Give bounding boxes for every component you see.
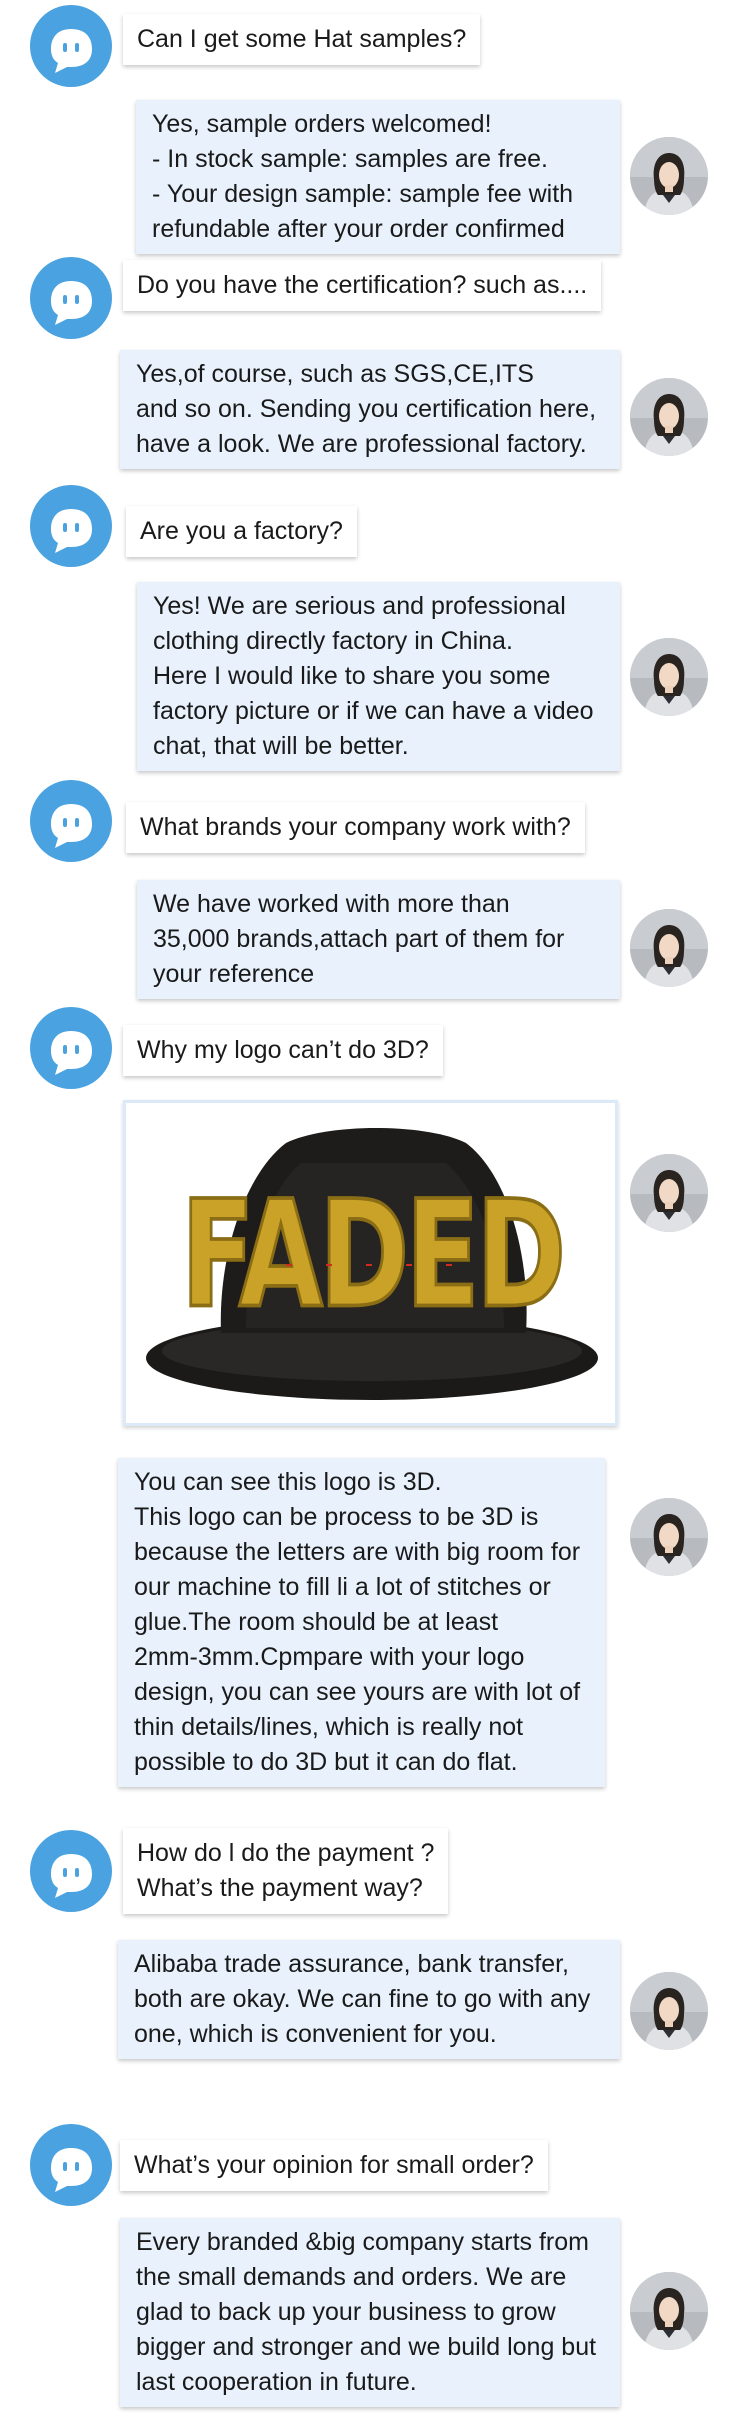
supplier-reply: Yes, sample orders welcomed! - In stock … (136, 100, 620, 254)
message-line: Are you a factory? (140, 517, 343, 545)
customer-message: Are you a factory? (126, 506, 357, 557)
supplier-avatar-icon (630, 1154, 708, 1232)
message-line: - In stock sample: samples are free. (152, 145, 548, 173)
message-line: because the letters are with big room fo… (134, 1538, 581, 1566)
customer-avatar-icon (30, 1007, 112, 1089)
customer-message: Can I get some Hat samples? (123, 14, 481, 65)
message-line: We have worked with more than (153, 890, 510, 918)
supplier-avatar-icon (630, 638, 708, 716)
message-line: Yes! We are serious and professional (153, 592, 566, 620)
customer-avatar-icon (30, 2124, 112, 2206)
customer-avatar-icon (30, 5, 112, 87)
message-line: both are okay. We can fine to go with an… (134, 1985, 591, 2013)
message-line: thin details/lines, which is really not (134, 1713, 524, 1741)
hat-photo: FADED (123, 1100, 618, 1426)
supplier-reply: Alibaba trade assurance, bank transfer, … (118, 1940, 620, 2059)
message-line: This logo can be process to be 3D is (134, 1503, 539, 1531)
supplier-avatar-icon (630, 137, 708, 215)
message-line: Can I get some Hat samples? (137, 25, 467, 53)
message-line: Every branded &big company starts from (136, 2228, 589, 2256)
supplier-reply: You can see this logo is 3D. This logo c… (118, 1458, 605, 1787)
message-line: factory picture or if we can have a vide… (153, 697, 594, 725)
customer-message: Do you have the certification? such as..… (123, 260, 602, 311)
customer-avatar-icon (30, 780, 112, 862)
message-line: your reference (153, 960, 315, 988)
message-line: glad to back up your business to grow (136, 2298, 556, 2326)
customer-message: What’s your opinion for small order? (120, 2140, 548, 2191)
customer-message: How do l do the payment ? What’s the pay… (123, 1828, 449, 1914)
hat-logo-text: FADED (181, 1169, 563, 1341)
message-line: glue.The room should be at least (134, 1608, 499, 1636)
message-line: Why my logo can’t do 3D? (137, 1036, 429, 1064)
message-line: What’s your opinion for small order? (134, 2151, 534, 2179)
customer-avatar-icon (30, 257, 112, 339)
message-line: have a look. We are professional factory… (136, 430, 587, 458)
message-line: possible to do 3D but it can do flat. (134, 1748, 518, 1776)
message-line: chat, that will be better. (153, 732, 409, 760)
message-line: one, which is convenient for you. (134, 2020, 497, 2048)
message-line: last cooperation in future. (136, 2368, 417, 2396)
supplier-reply: Every branded &big company starts from t… (120, 2218, 620, 2407)
supplier-reply: Yes! We are serious and professional clo… (137, 582, 620, 771)
message-line: refundable after your order confirmed (152, 215, 565, 243)
message-line: Yes, sample orders welcomed! (152, 110, 492, 138)
message-line: - Your design sample: sample fee with (152, 180, 574, 208)
message-line: Alibaba trade assurance, bank transfer, (134, 1950, 569, 1978)
supplier-avatar-icon (630, 1498, 708, 1576)
supplier-reply: Yes,of course, such as SGS,CE,ITS and so… (120, 350, 620, 469)
message-line: design, you can see yours are with lot o… (134, 1678, 581, 1706)
supplier-avatar-icon (630, 1972, 708, 2050)
customer-avatar-icon (30, 485, 112, 567)
message-line: What brands your company work with? (140, 813, 571, 841)
customer-avatar-icon (30, 1830, 112, 1912)
message-line: clothing directly factory in China. (153, 627, 513, 655)
message-line: Yes,of course, such as SGS,CE,ITS (136, 360, 534, 388)
message-line: the small demands and orders. We are (136, 2263, 567, 2291)
message-line: our machine to fill li a lot of stitches… (134, 1573, 551, 1601)
supplier-avatar-icon (630, 909, 708, 987)
supplier-reply: We have worked with more than 35,000 bra… (137, 880, 620, 999)
message-line: Do you have the certification? such as..… (137, 271, 588, 299)
customer-message: What brands your company work with? (126, 802, 585, 853)
message-line: Here I would like to share you some (153, 662, 551, 690)
message-line: and so on. Sending you certification her… (136, 395, 597, 423)
message-line: What’s the payment way? (137, 1874, 423, 1902)
message-line: 35,000 brands,attach part of them for (153, 925, 565, 953)
message-line: 2mm-3mm.Cpmpare with your logo (134, 1643, 525, 1671)
supplier-avatar-icon (630, 2272, 708, 2350)
message-line: How do l do the payment ? (137, 1839, 435, 1867)
supplier-avatar-icon (630, 378, 708, 456)
message-line: You can see this logo is 3D. (134, 1468, 442, 1496)
customer-message: Why my logo can’t do 3D? (123, 1025, 443, 1076)
message-line: bigger and stronger and we build long bu… (136, 2333, 597, 2361)
